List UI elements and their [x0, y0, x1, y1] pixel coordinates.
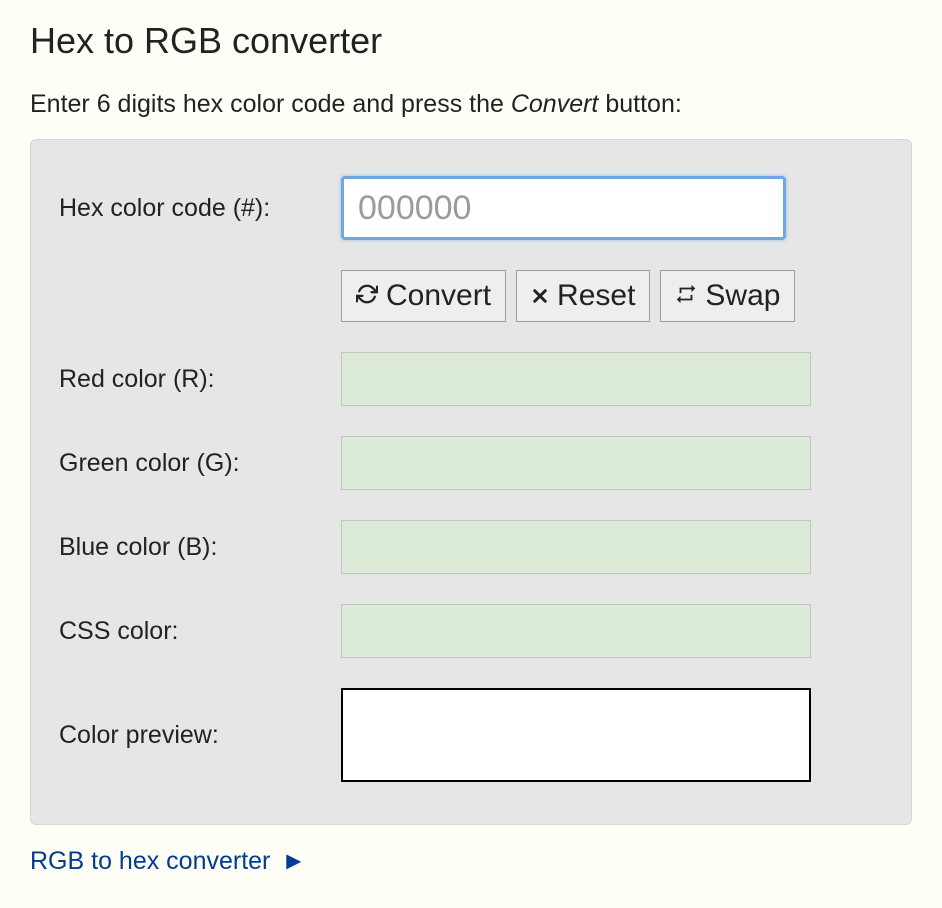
arrow-right-icon: ► — [281, 847, 306, 876]
reset-button[interactable]: Reset — [516, 270, 650, 322]
hex-row: Hex color code (#): — [59, 176, 883, 240]
reset-button-label: Reset — [557, 279, 635, 313]
instruction-prefix: Enter 6 digits hex color code and press … — [30, 90, 511, 118]
rgb-to-hex-link[interactable]: RGB to hex converter ► — [30, 847, 306, 875]
css-row: CSS color: — [59, 604, 883, 658]
css-label: CSS color: — [59, 617, 341, 646]
preview-row: Color preview: — [59, 688, 883, 782]
swap-button[interactable]: Swap — [660, 270, 795, 322]
instruction-emph: Convert — [511, 90, 599, 118]
close-icon — [531, 279, 549, 313]
hex-input[interactable] — [341, 176, 786, 240]
convert-button[interactable]: Convert — [341, 270, 506, 322]
red-output — [341, 352, 811, 406]
color-preview — [341, 688, 811, 782]
refresh-icon — [356, 279, 378, 313]
swap-icon — [675, 279, 697, 313]
converter-panel: Hex color code (#): Convert — [30, 139, 912, 825]
green-label: Green color (G): — [59, 449, 341, 478]
red-row: Red color (R): — [59, 352, 883, 406]
hex-label: Hex color code (#): — [59, 194, 341, 223]
instruction-suffix: button: — [598, 90, 681, 118]
blue-row: Blue color (B): — [59, 520, 883, 574]
green-output — [341, 436, 811, 490]
instructions: Enter 6 digits hex color code and press … — [30, 90, 912, 119]
green-row: Green color (G): — [59, 436, 883, 490]
swap-button-label: Swap — [705, 279, 780, 313]
button-row: Convert Reset Swap — [59, 270, 883, 322]
blue-output — [341, 520, 811, 574]
page-title: Hex to RGB converter — [30, 20, 912, 62]
convert-button-label: Convert — [386, 279, 491, 313]
red-label: Red color (R): — [59, 365, 341, 394]
link-row: RGB to hex converter ► — [30, 847, 912, 876]
preview-label: Color preview: — [59, 721, 341, 750]
blue-label: Blue color (B): — [59, 533, 341, 562]
rgb-to-hex-link-text: RGB to hex converter — [30, 847, 270, 875]
css-output — [341, 604, 811, 658]
